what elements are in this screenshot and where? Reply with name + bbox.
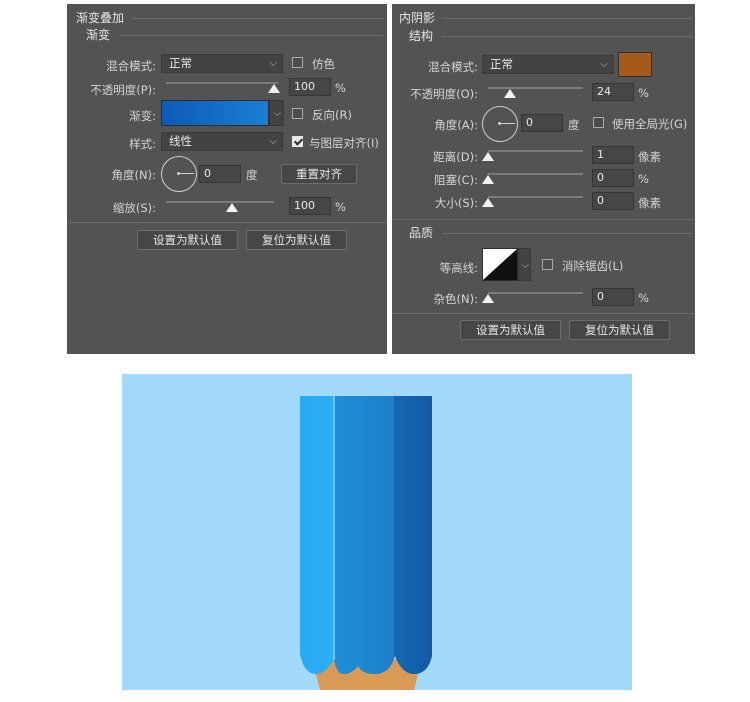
size-input[interactable]: 0	[592, 192, 634, 210]
gradient-label: 渐变:	[129, 109, 156, 123]
distance-label: 距离(D):	[433, 150, 478, 164]
angle-unit: 度	[568, 118, 580, 132]
chevron-down-icon: ⌵	[269, 136, 277, 147]
choke-input[interactable]: 0	[592, 169, 634, 187]
gradient-swatch[interactable]	[161, 100, 269, 126]
antialias-checkbox[interactable]	[542, 259, 553, 270]
structure-section-title: 结构	[409, 29, 434, 43]
global-light-checkbox[interactable]	[593, 117, 604, 128]
scale-input[interactable]: 100	[289, 197, 331, 215]
blend-mode-select[interactable]: 正常 ⌵	[482, 55, 614, 74]
pencil-right-facet	[395, 396, 432, 674]
opacity-input[interactable]: 24	[592, 83, 634, 101]
contour-picker[interactable]	[482, 248, 518, 281]
dither-checkbox[interactable]	[292, 57, 303, 68]
size-label: 大小(S):	[434, 196, 478, 210]
angle-label: 角度(A):	[434, 118, 478, 132]
noise-slider-track[interactable]	[488, 292, 583, 294]
pencil-left-facet	[300, 396, 334, 674]
opacity-slider-track[interactable]	[488, 87, 583, 89]
reset-align-button[interactable]: 重置对齐	[281, 164, 357, 184]
panel-title: 内阴影	[399, 11, 436, 25]
distance-slider-thumb[interactable]	[482, 152, 494, 161]
size-unit: 像素	[638, 196, 661, 210]
noise-unit: %	[638, 291, 649, 305]
choke-slider-track[interactable]	[488, 173, 583, 175]
opacity-slider-thumb[interactable]	[268, 84, 280, 93]
noise-slider-thumb[interactable]	[482, 294, 494, 303]
style-value: 线性	[169, 134, 192, 148]
opacity-unit: %	[335, 81, 346, 95]
angle-dial[interactable]	[482, 106, 518, 142]
opacity-slider-track[interactable]	[166, 82, 278, 84]
blend-mode-label: 混合模式:	[428, 60, 478, 74]
set-default-button[interactable]: 设置为默认值	[460, 320, 561, 340]
distance-input[interactable]: 1	[592, 146, 634, 164]
antialias-label: 消除锯齿(L)	[562, 259, 624, 273]
scale-slider-thumb[interactable]	[226, 203, 238, 212]
align-with-layer-label: 与图层对齐(I)	[309, 136, 379, 150]
pencil-middle-facet	[334, 396, 395, 674]
blend-mode-value: 正常	[169, 56, 192, 70]
dither-label: 仿色	[312, 57, 335, 71]
scale-label: 缩放(S):	[112, 201, 156, 215]
shadow-color-swatch[interactable]	[618, 52, 652, 77]
chevron-down-icon: ⌵	[269, 58, 277, 69]
scale-slider-track[interactable]	[166, 201, 274, 203]
reset-default-button[interactable]: 复位为默认值	[246, 230, 347, 250]
contour-preview-icon	[483, 249, 517, 280]
angle-dial[interactable]	[161, 156, 197, 192]
global-light-label: 使用全局光(G)	[612, 117, 688, 131]
choke-unit: %	[638, 172, 649, 186]
chevron-down-icon: ⌵	[600, 59, 608, 70]
gradient-overlay-panel: 渐变叠加 渐变 混合模式: 正常 ⌵ 仿色 不透明度(P): 100 % 渐变:…	[67, 4, 387, 354]
pencil-preview-canvas	[122, 374, 632, 690]
noise-label: 杂色(N):	[433, 292, 478, 306]
contour-label: 等高线:	[439, 261, 478, 275]
distance-slider-track[interactable]	[488, 150, 583, 152]
angle-dial-needle	[500, 123, 515, 124]
choke-label: 阻塞(C):	[434, 173, 478, 187]
quality-section-title: 品质	[409, 226, 434, 240]
style-label: 样式:	[129, 137, 156, 151]
contour-dropdown[interactable]: ⌵	[518, 248, 531, 281]
angle-input[interactable]: 0	[521, 114, 563, 132]
style-select[interactable]: 线性 ⌵	[161, 132, 283, 151]
set-default-button[interactable]: 设置为默认值	[137, 230, 238, 250]
noise-input[interactable]: 0	[592, 288, 634, 306]
opacity-unit: %	[638, 86, 649, 100]
pencil-illustration	[300, 396, 432, 690]
blend-mode-label: 混合模式:	[106, 59, 156, 73]
gradient-dropdown[interactable]: ⌵	[269, 100, 284, 126]
reset-default-button[interactable]: 复位为默认值	[569, 320, 670, 340]
inner-shadow-panel: 内阴影 结构 混合模式: 正常 ⌵ 不透明度(O): 24 % 角度(A): 0…	[392, 4, 695, 354]
reverse-checkbox[interactable]	[292, 108, 303, 119]
opacity-input[interactable]: 100	[289, 78, 331, 96]
opacity-slider-thumb[interactable]	[504, 89, 516, 98]
opacity-label: 不透明度(O):	[410, 87, 478, 101]
angle-label: 角度(N):	[111, 168, 156, 182]
align-with-layer-checkbox[interactable]	[292, 136, 303, 147]
angle-input[interactable]: 0	[199, 165, 241, 183]
angle-dial-needle	[179, 173, 194, 174]
blend-mode-select[interactable]: 正常 ⌵	[161, 54, 283, 73]
scale-unit: %	[335, 200, 346, 214]
panel-title: 渐变叠加	[76, 11, 125, 25]
choke-slider-thumb[interactable]	[482, 175, 494, 184]
chevron-down-icon: ⌵	[273, 108, 281, 119]
size-slider-track[interactable]	[488, 196, 583, 198]
chevron-down-icon: ⌵	[521, 260, 529, 271]
size-slider-thumb[interactable]	[482, 198, 494, 207]
angle-unit: 度	[246, 168, 258, 182]
section-title: 渐变	[86, 28, 111, 42]
blend-mode-value: 正常	[490, 57, 513, 71]
distance-unit: 像素	[638, 150, 661, 164]
opacity-label: 不透明度(P):	[90, 83, 156, 97]
reverse-label: 反向(R)	[312, 108, 352, 122]
